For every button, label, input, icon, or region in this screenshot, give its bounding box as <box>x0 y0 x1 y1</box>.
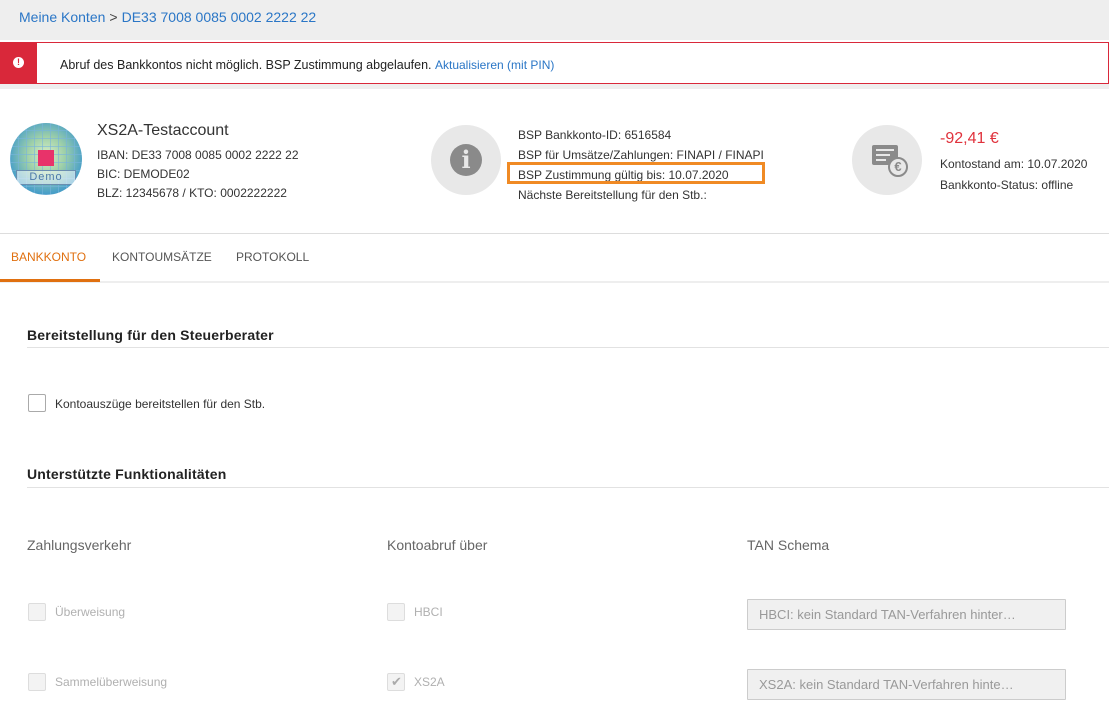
header-top-separator <box>0 84 1109 89</box>
header-bottom-rule <box>0 233 1109 234</box>
hbci-tan-select[interactable]: HBCI: kein Standard TAN-Verfahren hinter… <box>747 599 1066 630</box>
exclamation-icon: ! <box>13 57 24 68</box>
info-icon-circle: i <box>431 125 501 195</box>
account-status: Bankkonto-Status: offline <box>940 178 1074 192</box>
check-icon: ✔ <box>391 674 402 689</box>
avatar-center-square <box>38 150 54 166</box>
breadcrumb: Meine Konten > DE33 7008 0085 0002 2222 22 <box>19 9 316 25</box>
column-header-kontoabruf: Kontoabruf über <box>387 537 488 553</box>
account-balance: -92,41 € <box>940 130 999 147</box>
info-icon: i <box>450 144 482 176</box>
account-blz: BLZ: 12345678 / KTO: 0002222222 <box>97 186 287 200</box>
xs2a-checkbox[interactable]: ✔ <box>387 673 405 691</box>
kontostand-date: Kontostand am: 10.07.2020 <box>940 157 1088 171</box>
section-title-bereitstellung: Bereitstellung für den Steuerberater <box>27 327 274 343</box>
hbci-checkbox[interactable] <box>387 603 405 621</box>
bsp-bankkonto-id: BSP Bankkonto-ID: 6516584 <box>518 128 672 142</box>
alert-strip: ! <box>1 43 37 83</box>
avatar-demo-label: Demo <box>16 170 76 185</box>
breadcrumb-separator: > <box>109 9 118 25</box>
error-alert: ! Abruf des Bankkontos nicht möglich. BS… <box>0 42 1109 84</box>
xs2a-label: XS2A <box>414 675 445 689</box>
euro-icon: € <box>888 157 908 177</box>
section-rule <box>27 347 1109 348</box>
sammelueberweisung-label: Sammelüberweisung <box>55 675 168 689</box>
bsp-umsaetze: BSP für Umsätze/Zahlungen: FINAPI / FINA… <box>518 148 764 162</box>
account-iban: IBAN: DE33 7008 0085 0002 2222 22 <box>97 148 299 162</box>
alert-refresh-link[interactable]: Aktualisieren (mit PIN) <box>435 58 554 72</box>
kontoauszuege-checkbox[interactable] <box>28 394 46 412</box>
section-title-funktionalitaeten: Unterstützte Funktionalitäten <box>27 466 227 482</box>
column-header-tan-schema: TAN Schema <box>747 537 830 553</box>
sammelueberweisung-checkbox[interactable] <box>28 673 46 691</box>
account-name: XS2A-Testaccount <box>97 122 229 139</box>
breadcrumb-link-meine-konten[interactable]: Meine Konten <box>19 9 105 25</box>
alert-message: Abruf des Bankkontos nicht möglich. BSP … <box>60 58 554 72</box>
kontoauszuege-label[interactable]: Kontoauszüge bereitstellen für den Stb. <box>55 397 265 411</box>
statement-line-icon <box>876 154 890 156</box>
section-rule <box>27 487 1109 488</box>
tab-bar-rule <box>0 281 1109 283</box>
bsp-bereitstellung: Nächste Bereitstellung für den Stb.: <box>518 188 707 202</box>
breadcrumb-current-account[interactable]: DE33 7008 0085 0002 2222 22 <box>122 9 317 25</box>
ueberweisung-label: Überweisung <box>55 605 126 619</box>
statement-line-icon <box>876 149 894 151</box>
bank-avatar: Demo <box>10 123 82 195</box>
breadcrumb-bar: Meine Konten > DE33 7008 0085 0002 2222 22 <box>0 0 1109 40</box>
statement-line-icon <box>876 159 886 161</box>
alert-message-text: Abruf des Bankkontos nicht möglich. BSP … <box>60 58 432 72</box>
tab-kontoumsaetze[interactable]: KONTOUMSÄTZE <box>112 250 212 264</box>
active-tab-indicator <box>0 279 100 282</box>
hbci-label: HBCI <box>414 605 443 619</box>
column-header-zahlungsverkehr: Zahlungsverkehr <box>27 537 132 553</box>
ueberweisung-checkbox[interactable] <box>28 603 46 621</box>
zustimmung-highlight-box <box>507 162 765 184</box>
tab-bankkonto[interactable]: BANKKONTO <box>11 250 86 264</box>
tab-protokoll[interactable]: PROTOKOLL <box>236 250 309 264</box>
account-bic: BIC: DEMODE02 <box>97 167 190 181</box>
bank-statement-circle: € <box>852 125 922 195</box>
xs2a-tan-select[interactable]: XS2A: kein Standard TAN-Verfahren hinte… <box>747 669 1066 700</box>
